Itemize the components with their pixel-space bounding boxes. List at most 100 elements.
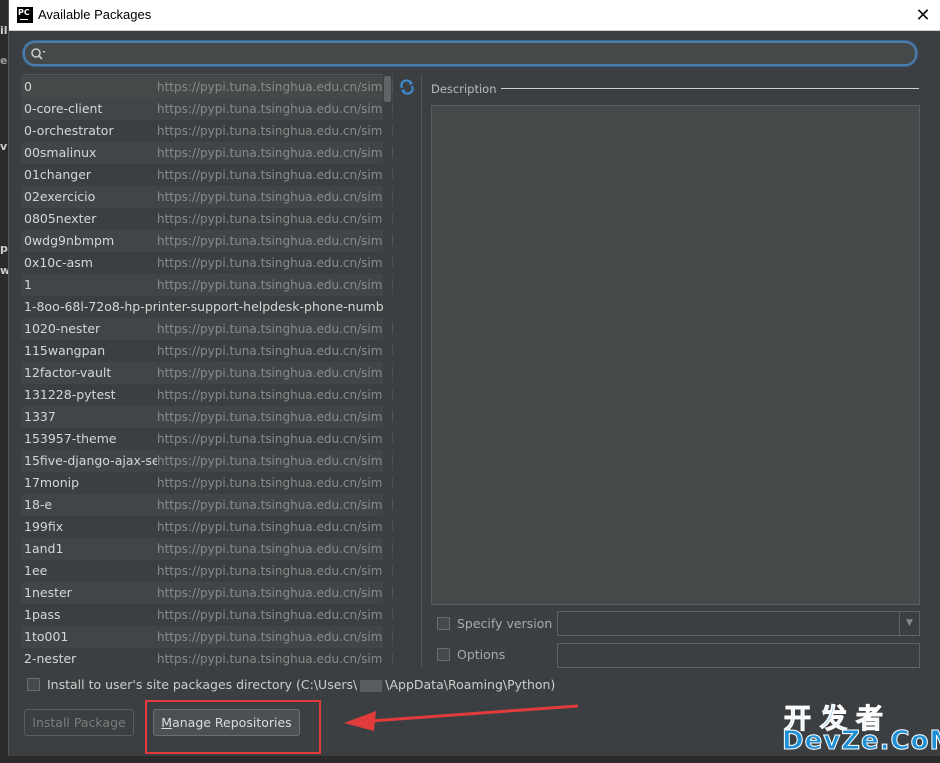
- specify-version-checkbox[interactable]: [437, 617, 450, 630]
- package-row[interactable]: 0x10c-asm https://pypi.tuna.tsinghua.edu.…: [21, 252, 393, 274]
- package-row[interactable]: 2-nester https://pypi.tuna.tsinghua.edu.c…: [21, 648, 393, 667]
- close-button[interactable]: ✕: [905, 0, 940, 31]
- package-name: 199fix: [24, 519, 64, 534]
- package-row[interactable]: 0805nexter https://pypi.tuna.tsinghua.edu…: [21, 208, 393, 230]
- package-repository: https://pypi.tuna.tsinghua.edu.cn/simple…: [157, 582, 393, 604]
- package-name: 17monip: [24, 475, 80, 490]
- install-site-label-start: Install to user's site packages director…: [47, 677, 358, 692]
- package-name: 1337: [24, 409, 56, 424]
- screen: il e vi p w PC Available Packages ✕ 0 htt…: [0, 0, 940, 763]
- search-input[interactable]: [23, 41, 917, 66]
- available-packages-dialog: PC Available Packages ✕ 0 https://pypi.tu…: [8, 0, 940, 756]
- package-name: 01changer: [24, 167, 92, 182]
- package-name: 1and1: [24, 541, 64, 556]
- package-name: 115wangpan: [24, 343, 106, 358]
- package-repository: https://pypi.tuna.tsinghua.edu.cn/simple…: [157, 230, 393, 252]
- install-site-label-end: \AppData\Roaming\Python): [385, 677, 556, 692]
- package-name: 0wdg9nbmpm: [24, 233, 115, 248]
- options-checkbox[interactable]: [437, 648, 450, 661]
- search-icon[interactable]: [30, 46, 46, 62]
- package-row[interactable]: 01changer https://pypi.tuna.tsinghua.edu.…: [21, 164, 393, 186]
- specify-version-label: Specify version: [457, 616, 553, 631]
- package-row[interactable]: 02exercicio https://pypi.tuna.tsinghua.ed…: [21, 186, 393, 208]
- package-row[interactable]: 1 https://pypi.tuna.tsinghua.edu.cn/simpl…: [21, 274, 393, 296]
- chevron-down-icon[interactable]: ▼: [899, 612, 919, 635]
- package-name: 0805nexter: [24, 211, 97, 226]
- package-repository: https://pypi.tuna.tsinghua.edu.cn/simple…: [157, 406, 393, 428]
- package-row[interactable]: 153957-theme https://pypi.tuna.tsinghua.e…: [21, 428, 393, 450]
- package-row[interactable]: 18-e https://pypi.tuna.tsinghua.edu.cn/si…: [21, 494, 393, 516]
- panel-divider[interactable]: [421, 74, 422, 667]
- background-text: p: [0, 242, 8, 255]
- package-repository: https://pypi.tuna.tsinghua.edu.cn/simple…: [157, 432, 393, 446]
- package-repository: https://pypi.tuna.tsinghua.edu.cn/simple…: [157, 450, 393, 472]
- package-row[interactable]: 17monip https://pypi.tuna.tsinghua.edu.cn…: [21, 472, 393, 494]
- package-row[interactable]: 1pass https://pypi.tuna.tsinghua.edu.cn/s…: [21, 604, 393, 626]
- package-repository: https://pypi.tuna.tsinghua.edu.cn/simple…: [157, 168, 393, 182]
- package-repository: https://pypi.tuna.tsinghua.edu.cn/simple…: [157, 186, 393, 208]
- package-name: 1020-nester: [24, 321, 101, 336]
- package-row[interactable]: 15five-django-ajax-selects https://pypi.t…: [21, 450, 393, 472]
- package-row[interactable]: 0-core-client https://pypi.tuna.tsinghua.…: [21, 98, 393, 120]
- package-name: 0-orchestrator: [24, 123, 114, 138]
- package-row[interactable]: 0-orchestrator https://pypi.tuna.tsinghua…: [21, 120, 393, 142]
- package-repository: https://pypi.tuna.tsinghua.edu.cn/simple…: [157, 142, 393, 164]
- package-list[interactable]: 0 https://pypi.tuna.tsinghua.edu.cn/simpl…: [21, 74, 393, 667]
- package-row[interactable]: 00smalinux https://pypi.tuna.tsinghua.edu…: [21, 142, 393, 164]
- package-row[interactable]: 131228-pytest https://pypi.tuna.tsinghua.…: [21, 384, 393, 406]
- options-input[interactable]: [557, 643, 920, 668]
- package-list-scrollbar[interactable]: [383, 74, 392, 667]
- description-separator: [497, 88, 919, 89]
- description-pane: [431, 105, 920, 605]
- package-row[interactable]: 1-8oo-68l-72o8-hp-printer-support-helpde…: [21, 296, 393, 318]
- package-repository: https://pypi.tuna.tsinghua.edu.cn/simple…: [157, 494, 393, 516]
- manage-repositories-button[interactable]: Manage Repositories: [153, 709, 300, 736]
- package-name: 1ee: [24, 563, 48, 578]
- package-name: 1-8oo-68l-72o8-hp-printer-support-helpde…: [24, 299, 384, 314]
- package-name: 18-e: [24, 497, 53, 512]
- package-repository: https://pypi.tuna.tsinghua.edu.cn/simple…: [157, 520, 393, 534]
- manage-repositories-label: anage Repositories: [172, 715, 292, 730]
- package-repository: https://pypi.tuna.tsinghua.edu.cn/simple…: [157, 388, 393, 402]
- package-row[interactable]: 1and1 https://pypi.tuna.tsinghua.edu.cn/s…: [21, 538, 393, 560]
- install-site-checkbox[interactable]: [27, 678, 40, 691]
- package-name: 1: [24, 277, 32, 292]
- package-name: 12factor-vault: [24, 365, 112, 380]
- package-name: 131228-pytest: [24, 387, 116, 402]
- package-row[interactable]: 1337 https://pypi.tuna.tsinghua.edu.cn/si…: [21, 406, 393, 428]
- description-label: Description: [431, 82, 501, 96]
- pycharm-logo-icon: PC: [17, 7, 33, 23]
- package-row[interactable]: 1020-nester https://pypi.tuna.tsinghua.ed…: [21, 318, 393, 340]
- package-row[interactable]: 1nester https://pypi.tuna.tsinghua.edu.cn…: [21, 582, 393, 604]
- package-repository: https://pypi.tuna.tsinghua.edu.cn/simple…: [157, 98, 393, 120]
- package-name: 2-nester: [24, 651, 77, 666]
- package-row[interactable]: 0wdg9nbmpm https://pypi.tuna.tsinghua.edu…: [21, 230, 393, 252]
- package-repository: https://pypi.tuna.tsinghua.edu.cn/simple…: [157, 212, 393, 226]
- package-repository: https://pypi.tuna.tsinghua.edu.cn/simple…: [157, 274, 393, 296]
- install-package-button[interactable]: Install Package: [24, 709, 134, 736]
- title-bar[interactable]: PC Available Packages ✕: [9, 0, 940, 31]
- package-repository: https://pypi.tuna.tsinghua.edu.cn/simple…: [157, 626, 393, 648]
- package-row[interactable]: 199fix https://pypi.tuna.tsinghua.edu.cn/…: [21, 516, 393, 538]
- package-row[interactable]: 0 https://pypi.tuna.tsinghua.edu.cn/simpl…: [21, 76, 393, 98]
- scrollbar-thumb[interactable]: [384, 76, 391, 102]
- background-text: il: [0, 24, 8, 37]
- package-name: 1to001: [24, 629, 69, 644]
- install-site-label: Install to user's site packages director…: [47, 677, 555, 692]
- package-name: 1nester: [24, 585, 72, 600]
- package-name: 0: [24, 79, 32, 94]
- package-name: 153957-theme: [24, 431, 117, 446]
- package-name: 00smalinux: [24, 145, 97, 160]
- package-repository: https://pypi.tuna.tsinghua.edu.cn/simple…: [157, 344, 393, 358]
- window-title: Available Packages: [38, 7, 152, 22]
- package-row[interactable]: 12factor-vault https://pypi.tuna.tsinghua…: [21, 362, 393, 384]
- package-row[interactable]: 115wangpan https://pypi.tuna.tsinghua.edu…: [21, 340, 393, 362]
- package-row[interactable]: 1ee https://pypi.tuna.tsinghua.edu.cn/sim…: [21, 560, 393, 582]
- package-name: 1pass: [24, 607, 61, 622]
- package-row[interactable]: 1to001 https://pypi.tuna.tsinghua.edu.cn/…: [21, 626, 393, 648]
- package-repository: https://pypi.tuna.tsinghua.edu.cn/simple…: [157, 538, 393, 560]
- refresh-icon[interactable]: [399, 79, 415, 95]
- package-name: 0x10c-asm: [24, 255, 93, 270]
- version-select[interactable]: ▼: [557, 611, 920, 636]
- package-repository: https://pypi.tuna.tsinghua.edu.cn/simple…: [157, 318, 393, 340]
